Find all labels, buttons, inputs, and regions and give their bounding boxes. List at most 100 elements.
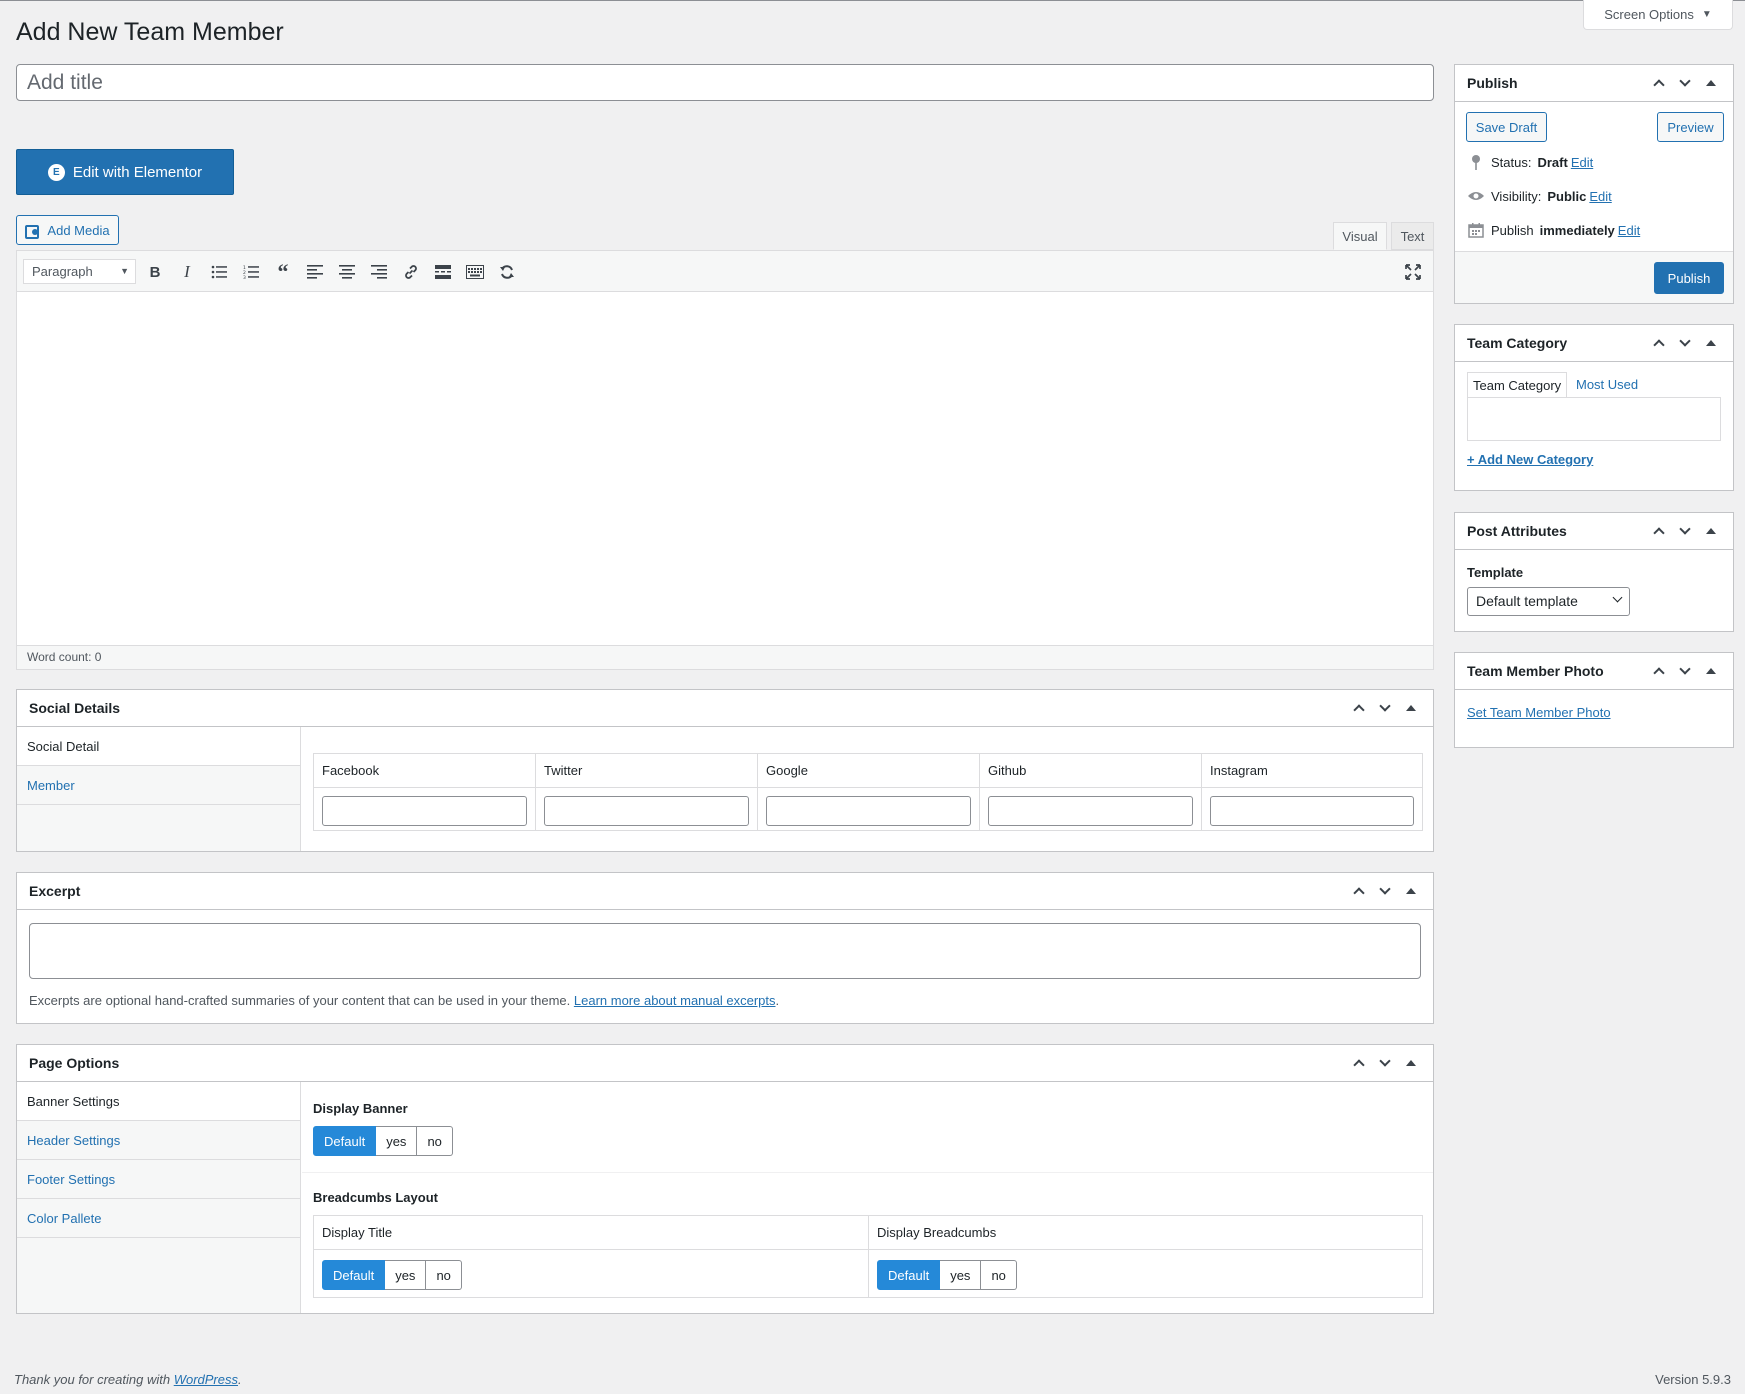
pin-icon	[1467, 153, 1485, 171]
move-up-icon[interactable]	[1349, 881, 1369, 901]
breadcrumbs-layout-label: Breadcumbs Layout	[313, 1190, 438, 1205]
footer-period: .	[238, 1372, 242, 1387]
refresh-icon[interactable]	[495, 260, 519, 284]
toolbar-toggle-icon[interactable]	[463, 260, 487, 284]
status-value: Draft	[1537, 154, 1568, 170]
link-icon[interactable]	[399, 260, 423, 284]
display-title-no[interactable]: no	[426, 1260, 462, 1290]
visibility-edit-link[interactable]: Edit	[1589, 189, 1611, 204]
numbered-list-icon[interactable]: 123	[239, 260, 263, 284]
bulleted-list-icon[interactable]	[207, 260, 231, 284]
format-select[interactable]: Paragraph ▼	[23, 259, 136, 284]
visibility-value: Public	[1547, 188, 1587, 204]
display-breadcrumbs-default[interactable]: Default	[877, 1260, 941, 1290]
instagram-input[interactable]	[1210, 796, 1414, 826]
read-more-icon[interactable]	[431, 260, 455, 284]
move-up-icon[interactable]	[1649, 521, 1669, 541]
instagram-label: Instagram	[1202, 754, 1422, 788]
move-down-icon[interactable]	[1675, 73, 1695, 93]
tab-footer-settings[interactable]: Footer Settings	[17, 1160, 300, 1199]
display-breadcrumbs-column: Display Breadcumbs Default yes no	[869, 1216, 1422, 1297]
tab-color-pallete[interactable]: Color Pallete	[17, 1199, 300, 1238]
fullscreen-icon[interactable]	[1401, 260, 1425, 284]
screen-options-button[interactable]: Screen Options ▼	[1583, 0, 1733, 30]
italic-icon[interactable]: I	[175, 260, 199, 284]
top-border	[0, 0, 1745, 1]
collapse-toggle-icon[interactable]	[1701, 661, 1721, 681]
google-column: Google	[758, 754, 980, 830]
preview-button[interactable]: Preview	[1657, 112, 1724, 142]
publish-box: Publish Save Draft Preview Status: Draft…	[1454, 64, 1734, 304]
collapse-toggle-icon[interactable]	[1701, 73, 1721, 93]
add-new-category-link[interactable]: + Add New Category	[1467, 452, 1593, 467]
tab-most-used[interactable]: Most Used	[1571, 372, 1643, 398]
move-up-icon[interactable]	[1649, 333, 1669, 353]
excerpt-box: Excerpt Excerpts are optional hand-craft…	[16, 872, 1434, 1024]
elementor-icon: E	[47, 163, 65, 181]
tab-header-settings[interactable]: Header Settings	[17, 1121, 300, 1160]
post-attributes-title: Post Attributes	[1467, 523, 1567, 539]
collapse-toggle-icon[interactable]	[1401, 1053, 1421, 1073]
editor-content-area[interactable]	[17, 292, 1433, 645]
excerpt-period: .	[775, 993, 780, 1008]
post-attributes-box: Post Attributes Template Default templat…	[1454, 512, 1734, 632]
display-title-label: Display Title	[314, 1216, 868, 1250]
align-center-icon[interactable]	[335, 260, 359, 284]
tab-text[interactable]: Text	[1391, 222, 1434, 250]
bold-icon[interactable]: B	[143, 260, 167, 284]
facebook-column: Facebook	[314, 754, 536, 830]
move-down-icon[interactable]	[1675, 333, 1695, 353]
display-title-yes[interactable]: yes	[385, 1260, 427, 1290]
publish-date-edit-link[interactable]: Edit	[1618, 223, 1640, 238]
add-media-label: Add Media	[47, 222, 110, 238]
excerpt-textarea[interactable]	[29, 923, 1421, 979]
template-select-value: Default template	[1476, 593, 1578, 609]
collapse-toggle-icon[interactable]	[1401, 698, 1421, 718]
add-media-button[interactable]: Add Media	[16, 215, 119, 245]
display-banner-yes[interactable]: yes	[376, 1126, 418, 1156]
align-right-icon[interactable]	[367, 260, 391, 284]
display-banner-default[interactable]: Default	[313, 1126, 377, 1156]
tab-social-detail[interactable]: Social Detail	[17, 727, 300, 766]
collapse-toggle-icon[interactable]	[1701, 333, 1721, 353]
tab-member[interactable]: Member	[17, 766, 300, 805]
move-up-icon[interactable]	[1349, 1053, 1369, 1073]
move-down-icon[interactable]	[1675, 661, 1695, 681]
twitter-input[interactable]	[544, 796, 749, 826]
elementor-button-label: Edit with Elementor	[72, 163, 203, 181]
edit-with-elementor-button[interactable]: E Edit with Elementor	[16, 149, 234, 195]
display-banner-no[interactable]: no	[417, 1126, 453, 1156]
collapse-toggle-icon[interactable]	[1401, 881, 1421, 901]
tab-visual[interactable]: Visual	[1333, 222, 1387, 250]
move-down-icon[interactable]	[1375, 881, 1395, 901]
wordpress-link[interactable]: WordPress	[174, 1372, 238, 1387]
collapse-toggle-icon[interactable]	[1701, 521, 1721, 541]
save-draft-button[interactable]: Save Draft	[1466, 112, 1547, 142]
social-fields-table: Facebook Twitter Google Github Instagram	[313, 753, 1423, 831]
move-up-icon[interactable]	[1649, 73, 1669, 93]
tab-all-team-category[interactable]: Team Category	[1467, 372, 1568, 398]
status-edit-link[interactable]: Edit	[1571, 155, 1593, 170]
blockquote-icon[interactable]: “	[271, 259, 295, 284]
move-down-icon[interactable]	[1375, 698, 1395, 718]
twitter-column: Twitter	[536, 754, 758, 830]
display-breadcrumbs-yes[interactable]: yes	[940, 1260, 982, 1290]
move-up-icon[interactable]	[1649, 661, 1669, 681]
display-title-default[interactable]: Default	[322, 1260, 386, 1290]
move-down-icon[interactable]	[1375, 1053, 1395, 1073]
facebook-input[interactable]	[322, 796, 527, 826]
set-team-member-photo-link[interactable]: Set Team Member Photo	[1467, 705, 1611, 720]
post-title-input[interactable]: Add title	[16, 64, 1434, 101]
tab-banner-settings[interactable]: Banner Settings	[17, 1082, 300, 1121]
google-input[interactable]	[766, 796, 971, 826]
github-input[interactable]	[988, 796, 1193, 826]
align-left-icon[interactable]	[303, 260, 327, 284]
github-label: Github	[980, 754, 1201, 788]
publish-button[interactable]: Publish	[1654, 262, 1724, 294]
learn-more-excerpts-link[interactable]: Learn more about manual excerpts	[574, 993, 776, 1008]
display-breadcrumbs-no[interactable]: no	[981, 1260, 1017, 1290]
template-select[interactable]: Default template	[1467, 587, 1630, 616]
publish-label: Publish	[1491, 222, 1534, 238]
move-up-icon[interactable]	[1349, 698, 1369, 718]
move-down-icon[interactable]	[1675, 521, 1695, 541]
